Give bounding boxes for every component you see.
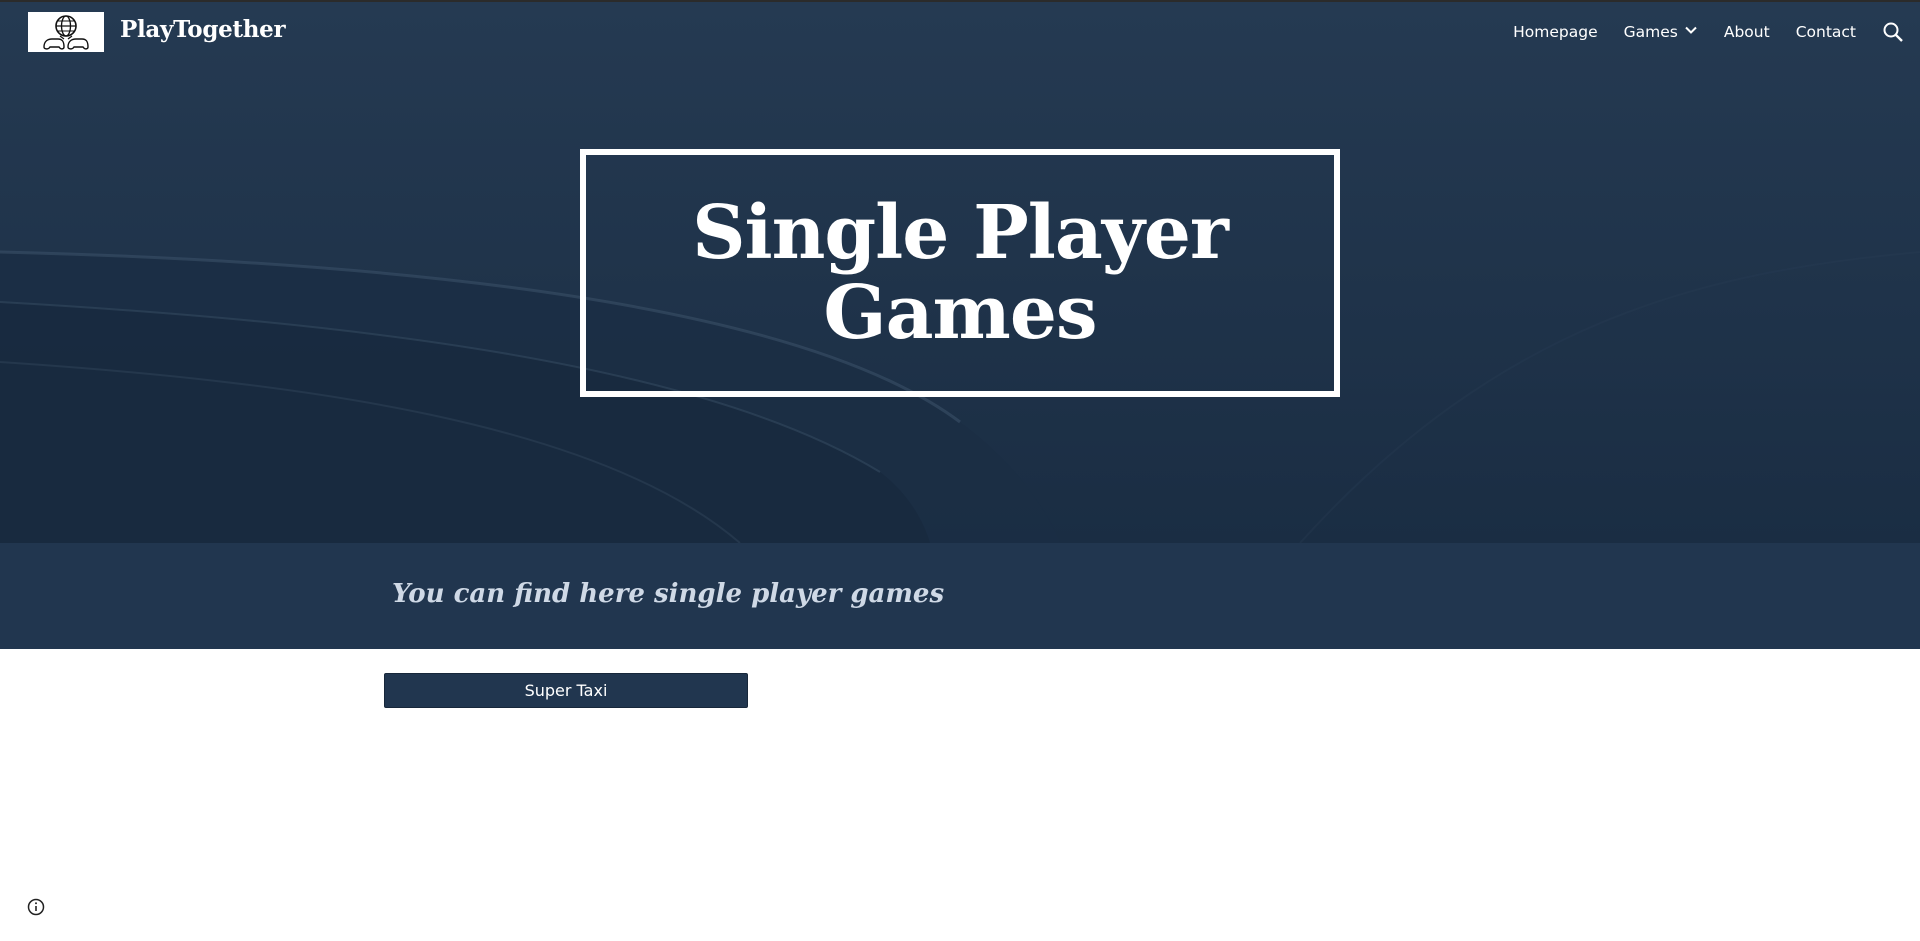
nav-item-label: Homepage [1513, 23, 1598, 41]
search-button[interactable] [1882, 21, 1904, 43]
nav-item-label: Games [1623, 23, 1678, 41]
button-label: Super Taxi [524, 681, 608, 700]
super-taxi-button[interactable]: Super Taxi [384, 673, 748, 708]
chevron-down-icon[interactable] [1684, 23, 1698, 41]
site-header: PlayTogether Homepage Games About Contac… [0, 2, 1920, 62]
site-logo[interactable] [28, 12, 104, 52]
search-icon [1883, 22, 1903, 42]
nav-item-label: Contact [1795, 23, 1856, 41]
info-icon[interactable] [27, 898, 45, 916]
hero-title-box: Single Player Games [580, 149, 1340, 397]
nav-item-about[interactable]: About [1724, 23, 1770, 41]
page-title: Single Player Games [692, 190, 1229, 356]
intro-text: You can find here single player games [392, 579, 945, 609]
site-title[interactable]: PlayTogether [120, 16, 286, 43]
nav-item-label: About [1723, 23, 1770, 41]
intro-band: You can find here single player games [0, 543, 1920, 649]
nav-item-contact[interactable]: Contact [1796, 23, 1856, 41]
main-nav: Homepage Games About Contact [1513, 2, 1920, 62]
nav-item-homepage[interactable]: Homepage [1513, 23, 1598, 41]
nav-item-games[interactable]: Games [1624, 23, 1698, 41]
globe-gamepad-icon [43, 15, 89, 50]
